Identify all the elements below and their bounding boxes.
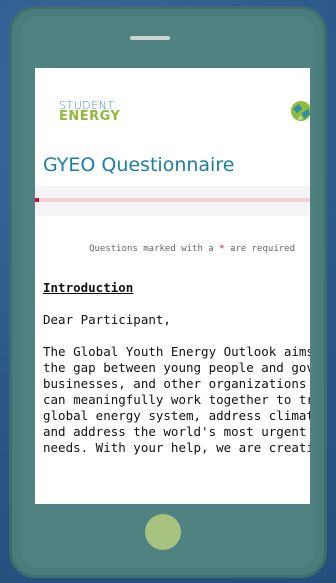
globe-icon: [291, 101, 310, 121]
body-line: global energy system, address climate ch: [43, 408, 310, 423]
home-button[interactable]: [145, 514, 181, 550]
page-title: GYEO Questionnaire: [43, 154, 235, 176]
greeting-text: Dear Participant,: [43, 312, 171, 327]
required-note-suffix: are required: [224, 244, 295, 254]
body-line: businesses, and other organizations so t…: [43, 376, 310, 391]
intro-paragraph: The Global Youth Energy Outlook aims to …: [43, 344, 310, 456]
body-line: the gap between young people and gover: [43, 360, 310, 375]
body-line: needs. With your help, we are creating t…: [43, 440, 310, 455]
phone-speaker: [130, 36, 170, 40]
logo-line-2: ENERGY: [59, 109, 121, 124]
body-line: can meaningfully work together to transf: [43, 392, 310, 407]
required-note: Questions marked with a * are required: [35, 244, 295, 254]
progress-fill: [35, 198, 39, 202]
body-line: The Global Youth Energy Outlook aims to: [43, 344, 310, 359]
student-energy-logo[interactable]: STUDENT ENERGY: [59, 100, 121, 124]
progress-track: [35, 198, 310, 202]
intro-heading: Introduction: [43, 280, 134, 295]
body-line: and address the world's most urgent ene: [43, 424, 310, 439]
required-note-prefix: Questions marked with a: [89, 244, 220, 254]
intro-section: Introduction Dear Participant, The Globa…: [43, 280, 310, 456]
phone-screen: STUDENT ENERGY GYEO Questionnaire Questi…: [35, 68, 310, 504]
